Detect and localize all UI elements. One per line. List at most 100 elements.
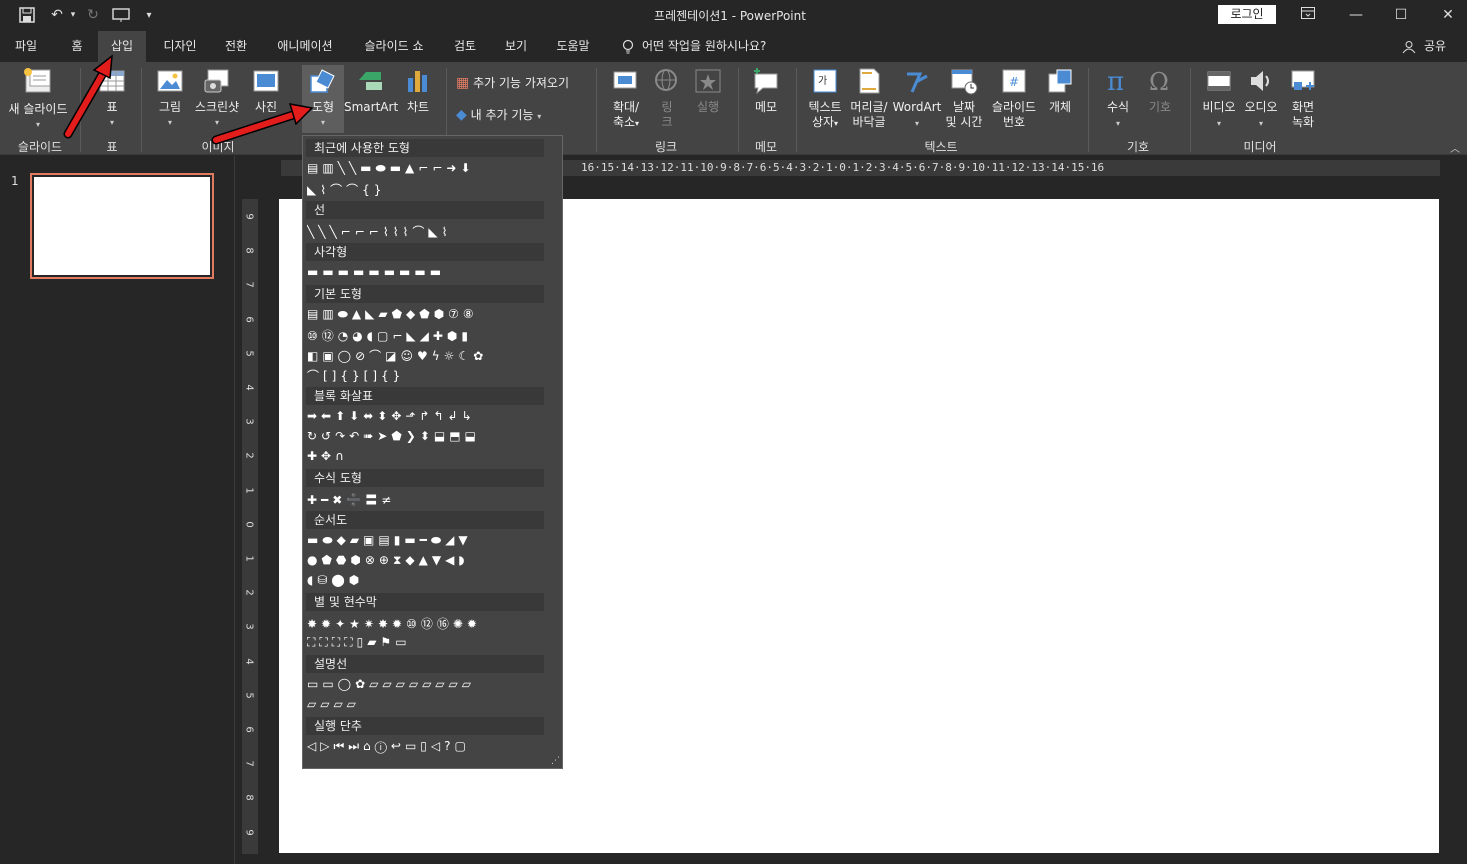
shape-row[interactable]: ◁▷⏮⏭⌂ⓘ↩▭▯◁?▢ (307, 739, 547, 755)
share-button[interactable]: 공유 (1420, 31, 1450, 62)
ruler-tick-label: 8 (243, 247, 255, 254)
tell-me-search[interactable]: 어떤 작업을 원하시나요? (642, 31, 788, 62)
date-time-button[interactable]: 날짜 및 시간 (942, 66, 986, 130)
audio-button[interactable]: 오디오 ▾ (1240, 66, 1282, 131)
new-slide-icon (24, 68, 51, 93)
resize-grip-icon[interactable]: ⋰ (551, 756, 560, 766)
get-addins-button[interactable]: ▦ 추가 기능 가져오기 (456, 76, 586, 91)
shape-row[interactable]: ▭▭◯✿▱▱▱▱▱▱▱▱ (307, 677, 547, 693)
object-button[interactable]: 개체 (1042, 66, 1078, 115)
group-label-media: 미디어 (1243, 140, 1277, 154)
ruler-tick-label: 1 (243, 555, 255, 562)
comment-label: 메모 (754, 100, 778, 114)
maximize-icon[interactable]: ☐ (1381, 3, 1421, 27)
new-slide-label: 새 슬라이드 (8, 102, 68, 116)
shape-row[interactable]: ⑩⑫◔◕◖▢⌐◣◢✚⬢▮ (307, 327, 547, 343)
shape-row[interactable]: ◖⛁⬤⬢ (307, 573, 547, 589)
section-equation-shapes: 수식 도형 (306, 469, 544, 487)
my-addins-button[interactable]: ◆ 내 추가 기능 ▾ (456, 108, 586, 124)
wordart-icon (907, 72, 928, 93)
header-footer-button[interactable]: 머리글/ 바닥글 (846, 66, 892, 130)
redo-icon[interactable]: ↻ (82, 4, 104, 26)
photo-album-icon (253, 70, 279, 92)
smartart-icon (359, 72, 382, 90)
chart-button[interactable]: 차트 (398, 66, 438, 115)
slide-thumbnail[interactable] (30, 173, 214, 279)
close-icon[interactable]: ✕ (1428, 3, 1467, 27)
group-label-text: 텍스트 (924, 140, 958, 154)
tab-view[interactable]: 보기 (496, 31, 536, 62)
tab-animations[interactable]: 애니메이션 (268, 31, 342, 62)
screen-recording-button[interactable]: 화면 녹화 (1284, 66, 1322, 130)
chevron-down-icon: ▾ (834, 119, 839, 128)
slide-number-button[interactable]: # 슬라이드 번호 (986, 66, 1042, 130)
shape-row[interactable]: ⛶⛶⛶⛶▯▰⚑▭ (307, 635, 547, 651)
present-from-start-icon[interactable] (110, 4, 132, 26)
section-flowchart: 순서도 (306, 511, 544, 529)
zoom-button[interactable]: 확대/ 축소▾ (604, 66, 648, 131)
shape-row[interactable]: ▬⬬◆▰▣▤▮▬━⬬◢▼ (307, 533, 547, 549)
picture-button[interactable]: 그림 ▾ (150, 66, 190, 130)
tab-design[interactable]: 디자인 (152, 31, 208, 62)
wordart-button[interactable]: WordArt ▾ (892, 66, 942, 131)
tab-transitions[interactable]: 전환 (214, 31, 258, 62)
ribbon-tabs: 파일 홈 삽입 디자인 전환 애니메이션 슬라이드 쇼 검토 보기 도움말 어떤… (0, 31, 1467, 62)
undo-dropdown-icon[interactable]: ▾ (62, 4, 84, 26)
annotation-arrow-shapes (211, 103, 314, 145)
save-icon[interactable] (16, 4, 38, 26)
tab-slideshow[interactable]: 슬라이드 쇼 (354, 31, 434, 62)
shape-row[interactable]: ▤▥╲╲▬⬬▬▲⌐⌐➜⬇ (307, 161, 547, 177)
screen-record-icon (1291, 70, 1315, 90)
shape-row[interactable]: ▤▥⬬▲◣▰⬟◆⬟⬢⑦⑧ (307, 307, 547, 323)
omega-icon: Ω (1149, 68, 1169, 96)
film-icon (1207, 71, 1231, 91)
section-basic-shapes: 기본 도형 (306, 285, 544, 303)
video-button[interactable]: 비디오 ▾ (1198, 66, 1240, 131)
collapse-ribbon-icon[interactable]: ︿ (1450, 140, 1460, 155)
ruler-tick-label: 9 (243, 828, 255, 836)
symbol-button[interactable]: Ω 기호 (1140, 66, 1180, 115)
shape-row[interactable]: ▬▬▬▬▬▬▬▬▬ (307, 265, 547, 281)
shape-row[interactable]: ✚✥∩ (307, 449, 547, 465)
speaker-icon (1251, 71, 1269, 91)
shape-row[interactable]: ◣⌇⌒⌒{} (307, 181, 547, 197)
ruler-tick-label: 6 (243, 726, 255, 733)
slide-number-label-2: 번호 (1002, 115, 1026, 129)
shape-row[interactable]: ➡⬅⬆⬇⬌⬍✥⬏↱↰↲↳ (307, 409, 547, 425)
chevron-down-icon: ▾ (1216, 119, 1221, 128)
group-label-comments: 메모 (754, 140, 778, 154)
smartart-label: SmartArt (344, 100, 399, 114)
lightbulb-icon (618, 31, 638, 62)
comment-button[interactable]: 메모 (746, 66, 786, 115)
group-separator (1190, 68, 1191, 152)
shape-row[interactable]: ▱▱▱▱ (307, 697, 547, 713)
smartart-button[interactable]: SmartArt (344, 66, 398, 115)
shape-row[interactable]: ●⬟⬣⬢⊗⊕⧗◆▲▼◀◗ (307, 553, 547, 569)
tab-help[interactable]: 도움말 (546, 31, 600, 62)
shapes-gallery: 최근에 사용한 도형 ▤▥╲╲▬⬬▬▲⌐⌐➜⬇ ◣⌇⌒⌒{} 선 ╲╲╲⌐⌐⌐⌇… (302, 135, 563, 769)
login-button[interactable]: 로그인 (1218, 5, 1276, 24)
tab-file[interactable]: 파일 (4, 31, 48, 62)
textbox-button[interactable]: 가 텍스트 상자▾ (804, 66, 846, 131)
shape-row[interactable]: ✸✹✦★✷✸✹⑩⑫⑯✺✹ (307, 615, 547, 631)
header-footer-icon (859, 68, 880, 94)
ribbon-display-options-icon[interactable] (1288, 3, 1328, 27)
shape-row[interactable]: ✚━✖➗〓≠ (307, 491, 547, 507)
svg-text:가: 가 (818, 75, 827, 87)
shape-row[interactable]: ╲╲╲⌐⌐⌐⌇⌇⌇⌒◣⌇ (307, 223, 547, 239)
slide-thumbnail-pane: 1 (0, 156, 235, 864)
minimize-icon[interactable]: — (1336, 3, 1376, 27)
link-button[interactable]: 링 크 (650, 66, 684, 130)
wordart-label: WordArt (892, 100, 942, 114)
audio-label: 오디오 (1244, 100, 1278, 114)
tab-review[interactable]: 검토 (444, 31, 486, 62)
shape-row[interactable]: ⌒[]{}[]{} (307, 367, 547, 383)
textbox-label-1: 텍스트 (808, 100, 842, 114)
textbox-icon: 가 (813, 69, 837, 93)
action-button[interactable]: 실행 (688, 66, 728, 115)
customize-qat-icon[interactable]: ▾ (138, 4, 160, 26)
equation-button[interactable]: π 수식 ▾ (1096, 66, 1140, 131)
group-separator (796, 68, 797, 152)
shape-row[interactable]: ◧▣◯⊘⌒◪☺♥ϟ☼☾✿ (307, 347, 547, 363)
shape-row[interactable]: ↻↺↷↶➠➤⬟❯⬍⬓⬒⬓ (307, 429, 547, 445)
